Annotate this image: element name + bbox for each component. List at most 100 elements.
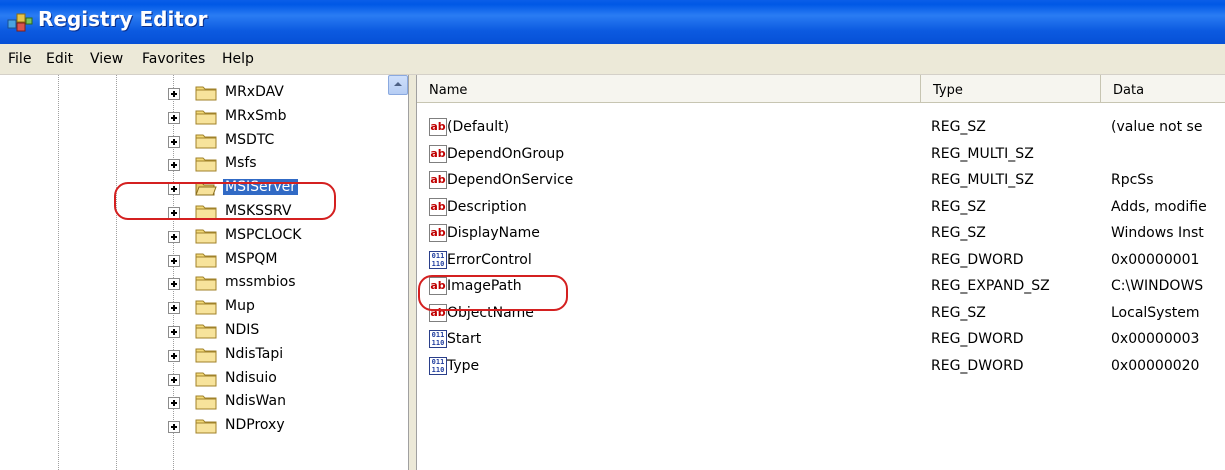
expand-plus-icon[interactable]	[168, 111, 180, 124]
value-name: ObjectName	[447, 304, 534, 321]
tree-item-label: MSPCLOCK	[225, 226, 302, 243]
values-pane[interactable]: Name Type Data ab (Default) REG_SZ (value n…	[416, 75, 1225, 470]
value-name: (Default)	[447, 119, 510, 135]
folder-icon	[195, 419, 217, 434]
tree-item[interactable]: MSDTC	[168, 130, 398, 154]
column-header-type[interactable]: Type	[921, 75, 1101, 103]
tree-item[interactable]: MSPQM	[168, 249, 398, 273]
value-data: RpcSs	[1111, 172, 1154, 188]
tree-item-label: MSPQM	[225, 250, 278, 267]
value-row[interactable]: ab DisplayName REG_SZ Windows Inst	[417, 222, 1225, 246]
folder-icon	[195, 110, 217, 125]
column-header-name[interactable]: Name	[417, 75, 921, 103]
tree-item-label: NdisTapi	[225, 345, 284, 362]
value-row[interactable]: 011 110 Start REG_DWORD 0x00000003	[417, 328, 1225, 352]
expand-plus-icon[interactable]	[168, 278, 180, 291]
column-header-data-label: Data	[1113, 83, 1145, 98]
expand-plus-icon[interactable]	[168, 88, 180, 100]
value-type: REG_SZ	[931, 198, 986, 215]
menu-favorites[interactable]: Favorites	[142, 51, 205, 67]
binary-value-icon: 011 110	[429, 250, 447, 269]
tree-item[interactable]: MSKSSRV	[168, 201, 398, 225]
value-row[interactable]: ab (Default) REG_SZ (value not se	[417, 116, 1225, 140]
folder-icon	[195, 134, 217, 149]
expand-plus-icon[interactable]	[168, 254, 180, 267]
value-data: Adds, modifie	[1111, 198, 1207, 215]
tree-item-label: NDProxy	[225, 417, 285, 434]
folder-icon	[195, 276, 217, 291]
expand-plus-icon[interactable]	[168, 207, 180, 219]
tree-item[interactable]: Msfs	[168, 153, 398, 177]
expand-plus-icon[interactable]	[168, 302, 180, 315]
expand-plus-icon[interactable]	[168, 397, 180, 410]
value-type: REG_SZ	[931, 304, 986, 321]
tree-item[interactable]: NDProxy	[168, 415, 398, 439]
key-tree-pane[interactable]: MRxDAV MRxSmb MSDTC Msfs MSIServer MSKSSRV MSP…	[0, 75, 409, 470]
title-bar[interactable]: Registry Editor	[0, 0, 1225, 44]
value-type: REG_EXPAND_SZ	[931, 278, 1050, 294]
tree-item-label: NdisWan	[225, 393, 286, 410]
value-name: Start	[447, 331, 482, 347]
folder-icon	[195, 205, 217, 220]
tree-item[interactable]: NdisWan	[168, 391, 398, 415]
value-row[interactable]: ab ImagePath REG_EXPAND_SZ C:\WINDOWS	[417, 275, 1225, 299]
string-value-icon: ab	[429, 303, 447, 322]
string-value-icon: ab	[429, 118, 447, 136]
value-data: LocalSystem	[1111, 304, 1200, 321]
column-header-data[interactable]: Data	[1101, 75, 1225, 103]
tree-item-label: MSIServer	[223, 179, 299, 196]
value-type: REG_DWORD	[931, 251, 1024, 268]
string-value-icon: ab	[429, 197, 447, 216]
tree-item[interactable]: NdisTapi	[168, 344, 398, 368]
expand-plus-icon[interactable]	[168, 159, 180, 172]
expand-plus-icon[interactable]	[168, 373, 180, 386]
tree-item[interactable]: MSIServer	[168, 177, 398, 201]
menu-file[interactable]: File	[8, 51, 31, 67]
tree-item[interactable]: MSPCLOCK	[168, 225, 398, 249]
value-row[interactable]: ab Description REG_SZ Adds, modifie	[417, 196, 1225, 220]
expand-plus-icon[interactable]	[168, 421, 180, 434]
value-type: REG_SZ	[931, 119, 986, 135]
menu-help[interactable]: Help	[222, 51, 254, 67]
expand-plus-icon[interactable]	[168, 230, 180, 243]
expand-plus-icon[interactable]	[168, 183, 180, 196]
folder-icon	[195, 348, 217, 363]
expand-plus-icon[interactable]	[168, 349, 180, 362]
tree-item[interactable]: NDIS	[168, 320, 398, 344]
tree-item-label: Mup	[225, 298, 255, 315]
tree-item[interactable]: Mup	[168, 296, 398, 320]
tree-item[interactable]: MRxDAV	[168, 82, 398, 106]
value-type: REG_DWORD	[931, 331, 1024, 347]
menu-view[interactable]: View	[90, 51, 123, 67]
value-data: Windows Inst	[1111, 225, 1204, 241]
value-name: DisplayName	[447, 225, 540, 241]
value-row[interactable]: ab ObjectName REG_SZ LocalSystem	[417, 302, 1225, 326]
string-value-icon: ab	[429, 144, 447, 163]
value-name: Type	[447, 357, 480, 374]
tree-guide-line	[116, 75, 117, 470]
tree-item[interactable]: mssmbios	[168, 272, 398, 296]
folder-icon	[195, 229, 217, 244]
value-data: (value not se	[1111, 119, 1203, 135]
folder-icon	[195, 86, 217, 101]
tree-item-label: Msfs	[225, 155, 257, 172]
value-row[interactable]: 011 110 Type REG_DWORD 0x00000020	[417, 355, 1225, 379]
value-row[interactable]: ab DependOnService REG_MULTI_SZ RpcSs	[417, 169, 1225, 193]
window-title: Registry Editor	[38, 7, 208, 31]
expand-plus-icon[interactable]	[168, 135, 180, 148]
expand-plus-icon[interactable]	[168, 326, 180, 338]
tree-item[interactable]: Ndisuio	[168, 368, 398, 392]
value-type: REG_MULTI_SZ	[931, 145, 1034, 162]
value-row[interactable]: 011 110 ErrorControl REG_DWORD 0x00000001	[417, 249, 1225, 273]
value-name: Description	[447, 198, 527, 215]
tree-item[interactable]: MRxSmb	[168, 106, 398, 130]
value-type: REG_DWORD	[931, 357, 1024, 374]
value-name: DependOnService	[447, 172, 574, 188]
tree-item-label: NDIS	[225, 322, 260, 338]
tree-item-label: MSDTC	[225, 131, 275, 148]
tree-item-label: mssmbios	[225, 274, 296, 291]
value-row[interactable]: ab DependOnGroup REG_MULTI_SZ	[417, 143, 1225, 167]
value-data: 0x00000001	[1111, 251, 1200, 268]
menu-edit[interactable]: Edit	[46, 51, 73, 67]
value-type: REG_MULTI_SZ	[931, 172, 1034, 188]
